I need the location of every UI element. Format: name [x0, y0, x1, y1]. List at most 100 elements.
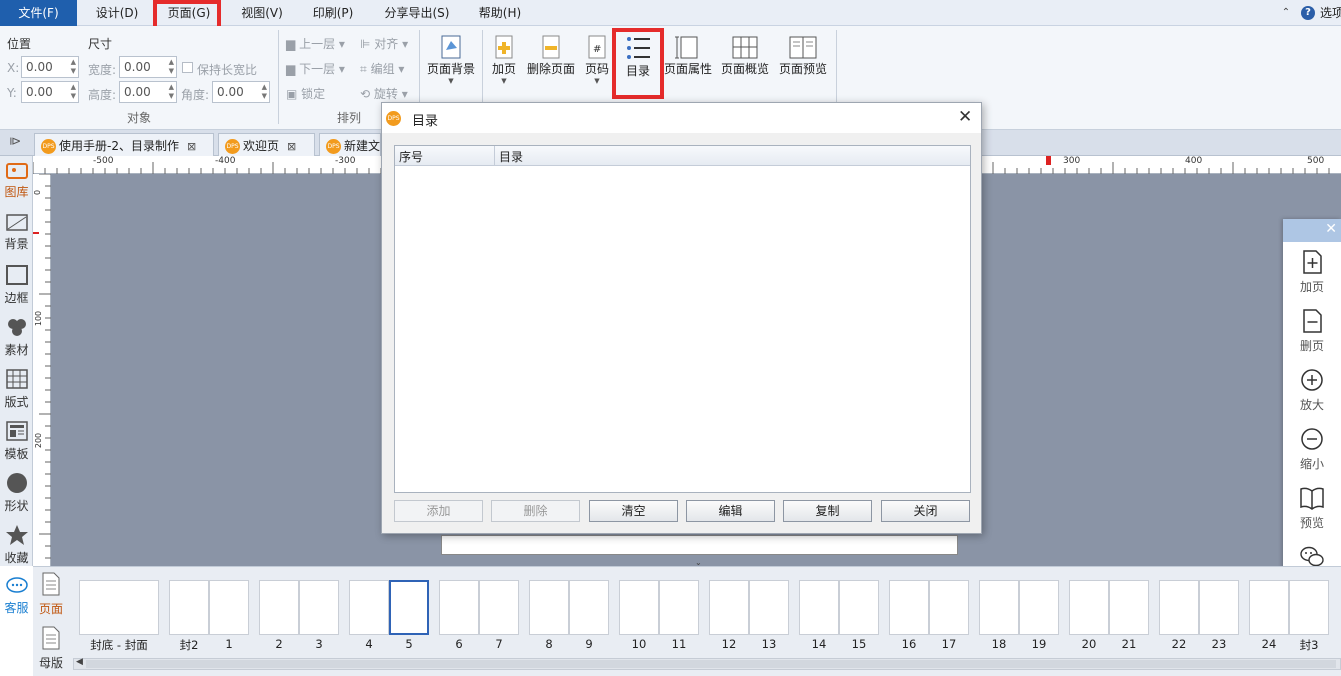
- menu-help[interactable]: 帮助(H): [470, 0, 530, 26]
- page-thumbnail[interactable]: [839, 580, 879, 635]
- page-overview-button[interactable]: 页面概览: [719, 34, 771, 77]
- toc-button[interactable]: 目录: [618, 34, 658, 79]
- copy-button[interactable]: 复制: [783, 500, 872, 522]
- page-thumbnail[interactable]: [1109, 580, 1149, 635]
- page-thumbnail[interactable]: [929, 580, 969, 635]
- angle-input[interactable]: 0.00 ▲ ▼: [212, 81, 270, 103]
- close-icon[interactable]: ✕: [1325, 221, 1337, 237]
- panel-zoom-in-button[interactable]: 放大: [1283, 367, 1341, 413]
- page-thumbnail[interactable]: [299, 580, 339, 635]
- page-thumbnail[interactable]: [1019, 580, 1059, 635]
- master-mode-button[interactable]: 母版: [36, 625, 66, 671]
- delete-page-button[interactable]: 删除页面: [524, 34, 578, 77]
- menu-print[interactable]: 印刷(P): [302, 0, 364, 26]
- sidebar-item-border[interactable]: 边框: [0, 264, 33, 306]
- page-mode-button[interactable]: 页面: [36, 571, 66, 617]
- panel-zoom-out-button[interactable]: 缩小: [1283, 426, 1341, 472]
- page-thumbnail[interactable]: [1199, 580, 1239, 635]
- width-input[interactable]: 0.00 ▲ ▼: [119, 56, 177, 78]
- page-thumbnail[interactable]: [259, 580, 299, 635]
- page-thumbnail[interactable]: [799, 580, 839, 635]
- page-thumbnail[interactable]: [529, 580, 569, 635]
- page-thumbnail-label: 封2: [179, 638, 199, 652]
- sidebar-item-gallery[interactable]: 图库: [0, 160, 33, 200]
- sidebar-item-favorites[interactable]: 收藏: [0, 524, 33, 566]
- close-icon[interactable]: ⊠: [287, 140, 296, 153]
- tab-welcome[interactable]: DPS 欢迎页 ⊠: [218, 133, 315, 156]
- page-thumbnail[interactable]: [1249, 580, 1289, 635]
- sidebar-item-template[interactable]: 模板: [0, 420, 33, 462]
- options-menu[interactable]: 选项: [1320, 0, 1341, 26]
- sidebar-item-material[interactable]: 素材: [0, 316, 33, 358]
- page-properties-button[interactable]: 页面属性: [662, 34, 714, 77]
- help-icon[interactable]: ?: [1301, 6, 1315, 20]
- page-thumbnail[interactable]: [1159, 580, 1199, 635]
- panel-preview-button[interactable]: 预览: [1283, 485, 1341, 531]
- ruler-label: 500: [1307, 156, 1325, 166]
- expand-panel-icon[interactable]: ⧐: [9, 134, 21, 148]
- page-thumbnail[interactable]: [979, 580, 1019, 635]
- align-button[interactable]: ⊫ 对齐 ▾: [360, 35, 408, 52]
- panel-header: ✕: [1283, 219, 1341, 242]
- lock-button[interactable]: ▣ 锁定: [286, 85, 325, 102]
- page-thumbnail[interactable]: [389, 580, 429, 635]
- layer-down-button[interactable]: ▆ 下一层 ▾: [286, 60, 345, 77]
- sidebar-item-layout[interactable]: 版式: [0, 368, 33, 410]
- horizontal-scrollbar[interactable]: ◀: [73, 657, 1341, 670]
- sidebar-item-background[interactable]: 背景: [0, 212, 33, 252]
- menu-design[interactable]: 设计(D): [84, 0, 150, 26]
- close-icon[interactable]: ✕: [958, 107, 972, 127]
- close-icon[interactable]: ⊠: [187, 140, 196, 153]
- delete-button[interactable]: 删除: [491, 500, 580, 522]
- page-thumbnail-label: 10: [631, 637, 647, 651]
- add-button[interactable]: 添加: [394, 500, 483, 522]
- menu-share-export[interactable]: 分享导出(S): [372, 0, 462, 26]
- customer-service-button[interactable]: 客服: [0, 576, 33, 616]
- group-button[interactable]: ⌗ 编组 ▾: [360, 60, 404, 77]
- edit-button[interactable]: 编辑: [686, 500, 775, 522]
- page-thumbnail[interactable]: [889, 580, 929, 635]
- page-thumbnail[interactable]: [349, 580, 389, 635]
- page-thumbnail[interactable]: [439, 580, 479, 635]
- page-thumbnail[interactable]: [479, 580, 519, 635]
- page-thumbnail[interactable]: [1069, 580, 1109, 635]
- page-thumbnail[interactable]: [659, 580, 699, 635]
- scroll-thumb[interactable]: [86, 660, 1336, 668]
- scroll-left-icon[interactable]: ◀: [76, 657, 83, 667]
- tab-new-document[interactable]: DPS新建文档: [319, 133, 381, 156]
- page-thumbnail[interactable]: [709, 580, 749, 635]
- page-thumbnail[interactable]: [749, 580, 789, 635]
- page-number-button[interactable]: # 页码 ▼: [582, 34, 612, 85]
- menu-view[interactable]: 视图(V): [230, 0, 294, 26]
- page-preview-button[interactable]: 页面预览: [777, 34, 829, 77]
- delete-page-icon: [542, 35, 560, 59]
- sidebar-item-shape[interactable]: 形状: [0, 472, 33, 514]
- page-thumbnail[interactable]: [1289, 580, 1329, 635]
- page-background-button[interactable]: 页面背景 ▼: [424, 34, 478, 85]
- column-header-toc[interactable]: 目录: [499, 148, 523, 165]
- page-thumbnail[interactable]: [569, 580, 609, 635]
- keep-ratio-checkbox[interactable]: [182, 62, 193, 73]
- collapse-ribbon-icon[interactable]: ⌃: [1279, 0, 1293, 26]
- grid-icon: [732, 36, 758, 59]
- menu-page[interactable]: 页面(G): [156, 0, 222, 26]
- toc-list[interactable]: 序号 目录: [394, 145, 971, 493]
- dialog-title-bar: DPS 目录 ✕: [382, 103, 981, 133]
- clear-button[interactable]: 清空: [589, 500, 678, 522]
- page-thumbnail[interactable]: [169, 580, 209, 635]
- page-thumbnail[interactable]: [79, 580, 159, 635]
- panel-delete-page-button[interactable]: 删页: [1283, 308, 1341, 354]
- close-button[interactable]: 关闭: [881, 500, 970, 522]
- menu-file[interactable]: 文件(F): [0, 0, 77, 26]
- page-thumbnail[interactable]: [209, 580, 249, 635]
- height-input[interactable]: 0.00 ▲ ▼: [119, 81, 177, 103]
- x-input[interactable]: 0.00 ▲ ▼: [21, 56, 79, 78]
- column-header-index[interactable]: 序号: [399, 148, 423, 165]
- page-thumbnail[interactable]: [619, 580, 659, 635]
- panel-add-page-button[interactable]: 加页: [1283, 249, 1341, 295]
- add-page-button[interactable]: 加页 ▼: [487, 34, 521, 85]
- y-input[interactable]: 0.00 ▲ ▼: [21, 81, 79, 103]
- layer-up-button[interactable]: ▆ 上一层 ▾: [286, 35, 345, 52]
- rotate-button[interactable]: ⟲ 旋转 ▾: [360, 85, 408, 102]
- tab-manual[interactable]: DPS 使用手册-2、目录制作 ⊠: [34, 133, 214, 156]
